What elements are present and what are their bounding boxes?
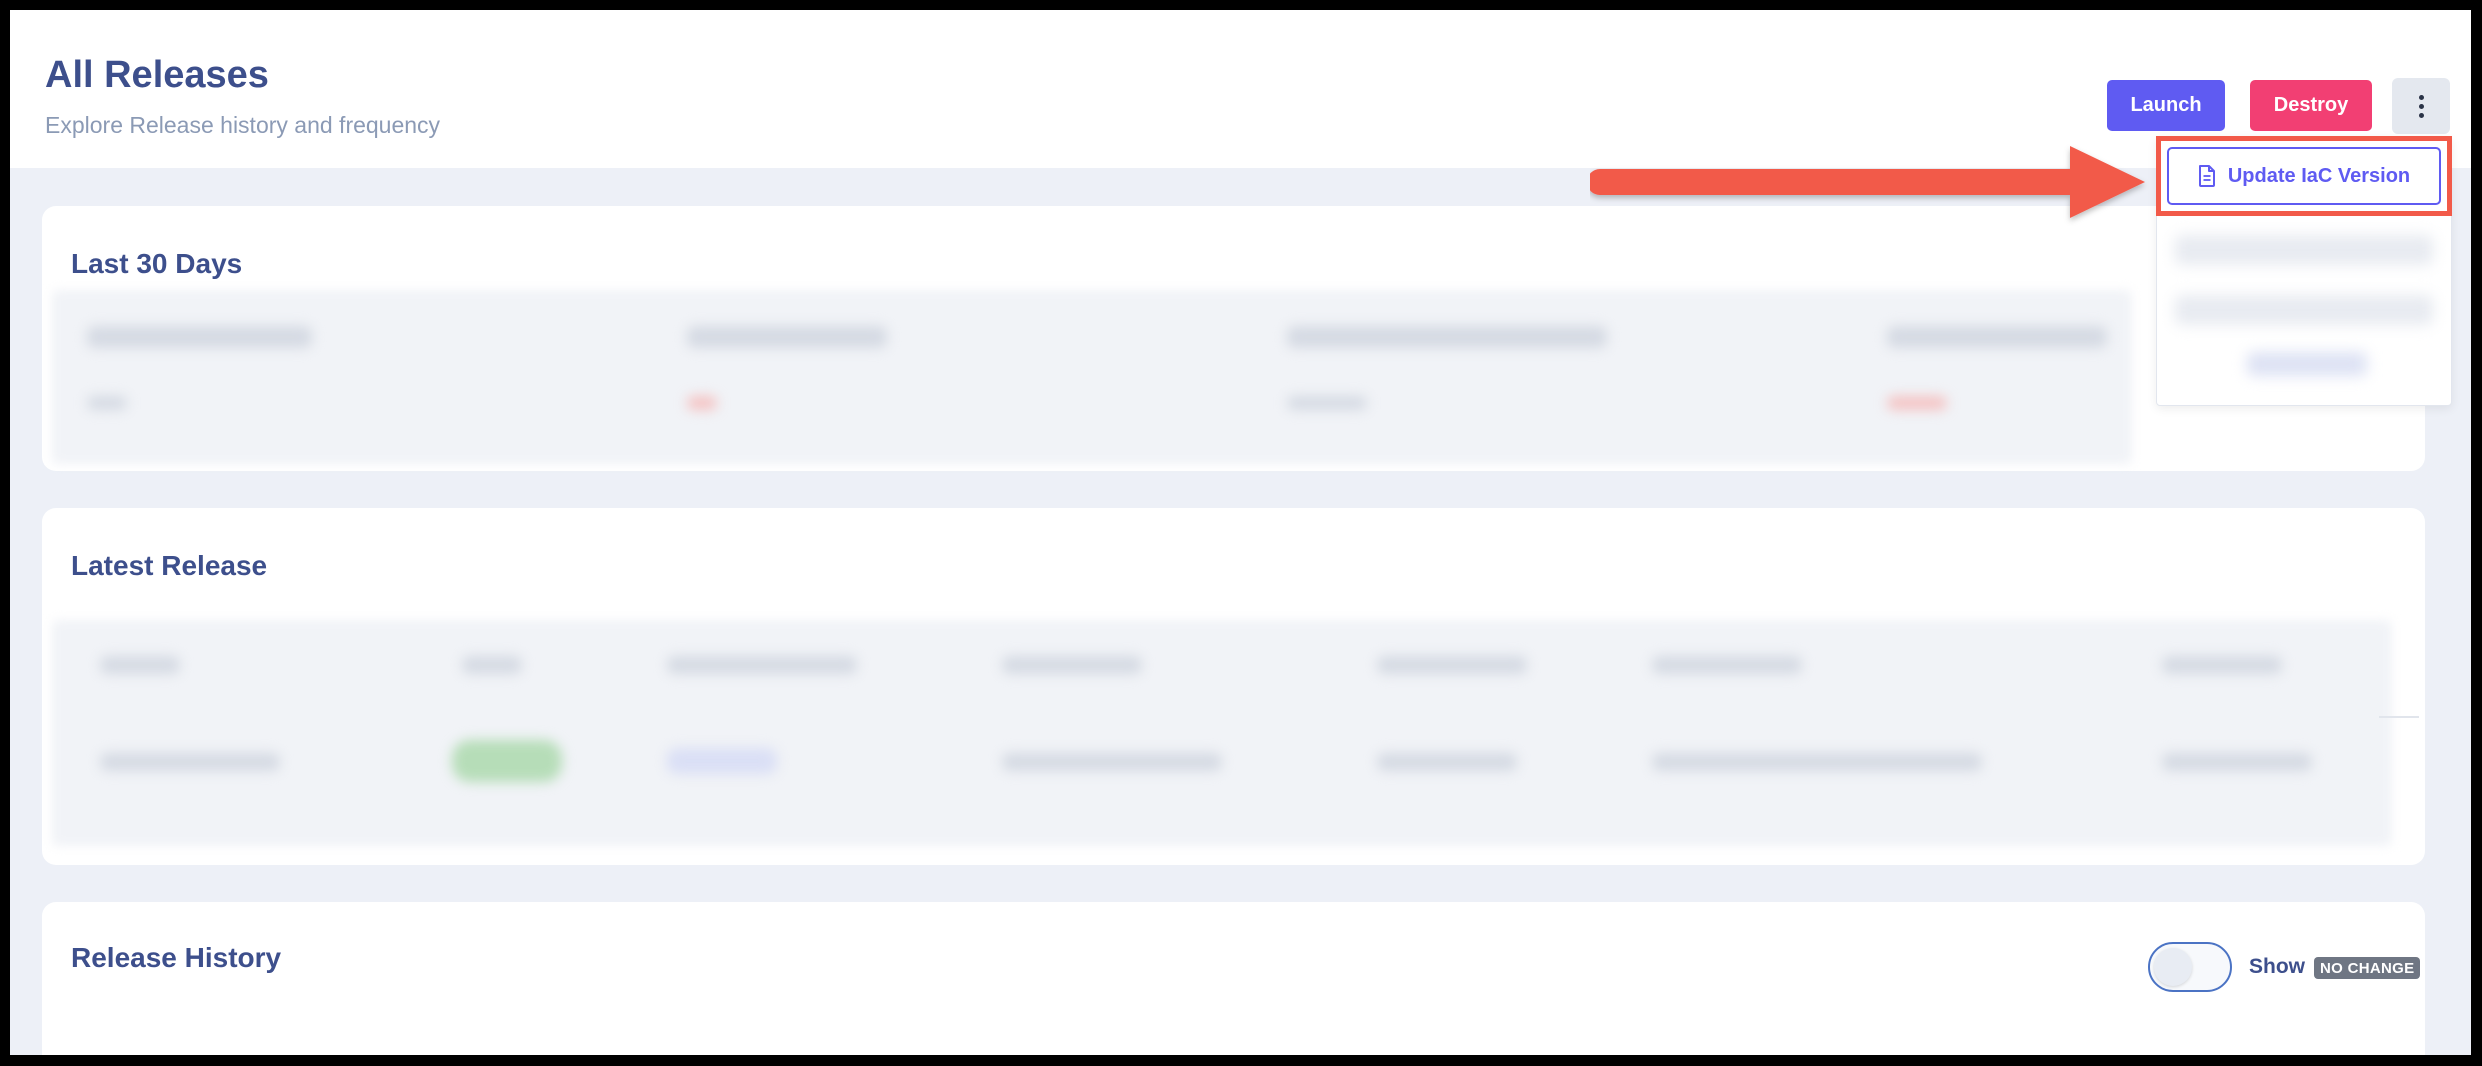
blurred-cell [1377,753,1517,771]
blurred-stat-label [1287,326,1607,348]
toggle-label: Show [2249,955,2305,978]
blurred-cell [2162,753,2312,771]
blurred-stat-label [87,326,312,348]
release-history-title: Release History [71,942,282,973]
blurred-menu-item [2175,235,2433,265]
destroy-button[interactable]: Destroy [2250,80,2372,131]
update-iac-version-label: Update IaC Version [2227,164,2411,187]
blurred-stat-value [1887,396,1947,410]
blurred-cell [1002,753,1222,771]
last-30-days-title: Last 30 Days [71,248,243,279]
blurred-status-badge [452,740,562,782]
page-title: All Releases [45,54,269,96]
latest-release-card: Latest Release [42,508,2425,865]
blurred-cell [667,748,777,774]
release-history-card: Release History Show NO CHANGE [42,902,2425,1055]
blurred-stats [52,290,2132,464]
kebab-menu-icon [2418,94,2424,118]
blurred-cell [100,753,280,771]
blurred-column-header [1002,656,1142,674]
blurred-column-header [2162,656,2282,674]
blurred-column-header [100,656,180,674]
update-iac-version-menu-item[interactable]: Update IaC Version [2167,147,2441,205]
blurred-column-header [1377,656,1527,674]
annotation-arrow-icon [1590,146,2145,218]
blurred-column-header [1652,656,1802,674]
toggle-knob [2154,948,2192,986]
latest-release-title: Latest Release [71,550,268,581]
show-no-change-toggle[interactable] [2148,942,2232,992]
row-divider [2379,716,2419,718]
blurred-column-header [667,656,857,674]
last-30-days-card: Last 30 Days [42,206,2425,471]
blurred-stat-label [687,326,887,348]
blurred-stat-value [1287,396,1367,410]
blurred-menu-item [2247,352,2367,376]
blurred-menu-item [2175,295,2433,325]
blurred-stat-value [87,396,127,410]
file-document-icon [2198,165,2215,187]
page-subtitle: Explore Release history and frequency [45,112,441,138]
no-change-badge: NO CHANGE [2314,957,2421,979]
blurred-cell [1652,753,1982,771]
app-frame: All Releases Explore Release history and… [10,10,2471,1055]
launch-button[interactable]: Launch [2107,80,2225,131]
blurred-release-table [52,620,2392,846]
blurred-stat-label [1887,326,2107,348]
more-options-button[interactable] [2392,78,2450,134]
blurred-column-header [462,656,522,674]
blurred-stat-value [687,396,717,410]
